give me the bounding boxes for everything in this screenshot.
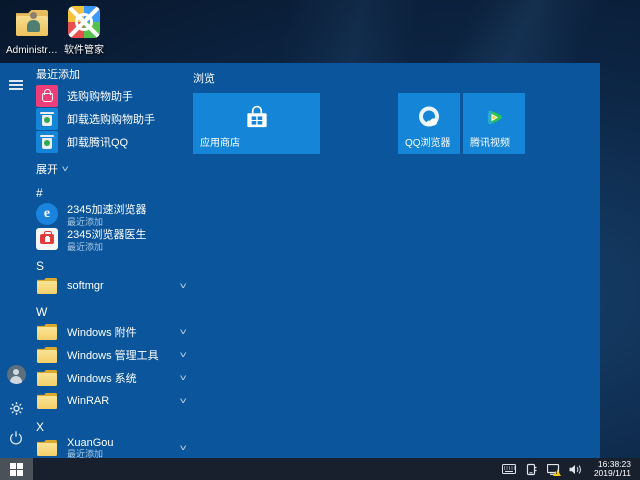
folder-icon <box>37 278 57 294</box>
store-bag-icon <box>242 103 272 138</box>
folder-icon <box>37 324 57 340</box>
chevron-down-icon: ˅ <box>179 281 189 291</box>
power-button[interactable] <box>0 422 32 454</box>
uninstall-trash-icon <box>36 131 58 153</box>
folder-icon <box>37 440 57 456</box>
app-item-2345-browser-doctor[interactable]: 2345浏览器医生 最近添加 <box>36 226 188 251</box>
start-menu-rail <box>0 63 32 458</box>
expand-button[interactable]: 展开 ˅ <box>36 160 188 178</box>
avatar <box>7 365 26 384</box>
usb-device-icon[interactable] <box>523 458 539 480</box>
chevron-down-icon: ˅ <box>62 164 72 174</box>
taskbar-clock[interactable]: 16:38:23 2019/1/11 <box>589 460 635 479</box>
settings-button[interactable] <box>0 392 32 424</box>
app-item-shopping-assistant[interactable]: 选购购物助手 <box>36 84 188 107</box>
network-warning-icon <box>553 469 561 476</box>
desktop-icon-software-manager[interactable]: 软件管家 <box>58 6 110 56</box>
taskbar: 16:38:23 2019/1/11 <box>0 458 640 480</box>
chevron-down-icon: ˅ <box>179 373 189 383</box>
folder-item-xuangou[interactable]: XuanGou 最近添加 ˅ <box>36 435 188 460</box>
app-item-uninstall-shopping-assistant[interactable]: 卸载选购购物助手 <box>36 107 188 130</box>
folder-icon <box>37 370 57 386</box>
app-item-uninstall-qq[interactable]: 卸载腾讯QQ <box>36 130 188 153</box>
recently-added-tag: 最近添加 <box>67 242 188 252</box>
chevron-down-icon: ˅ <box>179 350 189 360</box>
tiles-area: 浏览 应用商店 <box>193 63 600 458</box>
start-button[interactable] <box>0 458 33 480</box>
blue-e-browser-icon: e <box>36 203 58 225</box>
folder-icon <box>37 393 57 409</box>
clock-date: 2019/1/11 <box>589 469 631 479</box>
admin-user-folder-icon <box>16 10 48 42</box>
app-list: 最近添加 选购购物助手 卸载选购购物助手 卸载腾讯QQ 展开 ˅ # e 234… <box>36 67 188 460</box>
tencent-video-icon <box>480 104 508 137</box>
qq-browser-icon <box>415 104 443 137</box>
desktop-icon-administrator[interactable]: Administra... <box>6 6 58 56</box>
section-letter-s[interactable]: S <box>36 258 188 274</box>
tile-app-store[interactable]: 应用商店 <box>193 93 320 154</box>
pink-shopping-bag-icon <box>36 85 58 107</box>
power-icon <box>8 430 24 446</box>
tile-tencent-video[interactable]: 腾讯视频 <box>463 93 525 154</box>
network-status-icon[interactable] <box>545 458 561 480</box>
section-letter-x[interactable]: X <box>36 419 188 435</box>
recently-added-tag: 最近添加 <box>67 449 172 459</box>
folder-item-windows-admin-tools[interactable]: Windows 管理工具 ˅ <box>36 343 188 366</box>
uninstall-trash-icon <box>36 108 58 130</box>
folder-item-windows-system[interactable]: Windows 系统 ˅ <box>36 366 188 389</box>
hamburger-menu-icon[interactable] <box>0 69 32 101</box>
chevron-down-icon: ˅ <box>179 396 189 406</box>
start-menu: 最近添加 选购购物助手 卸载选购购物助手 卸载腾讯QQ 展开 ˅ # e 234… <box>0 63 600 458</box>
volume-icon[interactable] <box>567 458 583 480</box>
chevron-down-icon: ˅ <box>179 327 189 337</box>
software-manager-icon <box>68 6 100 38</box>
windows-logo-icon <box>10 463 23 476</box>
folder-item-windows-accessories[interactable]: Windows 附件 ˅ <box>36 320 188 343</box>
folder-icon <box>37 347 57 363</box>
touch-keyboard-icon[interactable] <box>501 458 517 480</box>
medical-kit-icon <box>36 228 58 250</box>
desktop-icon-label: Administra... <box>6 45 58 56</box>
folder-item-softmgr[interactable]: softmgr ˅ <box>36 274 188 297</box>
gear-icon <box>8 400 25 417</box>
user-account-button[interactable] <box>0 358 32 390</box>
tile-group-title: 浏览 <box>193 70 215 86</box>
recently-added-header: 最近添加 <box>36 67 188 84</box>
section-letter-hash[interactable]: # <box>36 185 188 201</box>
desktop-icon-label: 软件管家 <box>58 41 110 56</box>
section-letter-w[interactable]: W <box>36 304 188 320</box>
folder-item-winrar[interactable]: WinRAR ˅ <box>36 389 188 412</box>
chevron-down-icon: ˅ <box>179 443 189 453</box>
app-item-2345-browser[interactable]: e 2345加速浏览器 最近添加 <box>36 201 188 226</box>
system-tray: 16:38:23 2019/1/11 <box>501 458 640 480</box>
tile-qq-browser[interactable]: QQ浏览器 <box>398 93 460 154</box>
